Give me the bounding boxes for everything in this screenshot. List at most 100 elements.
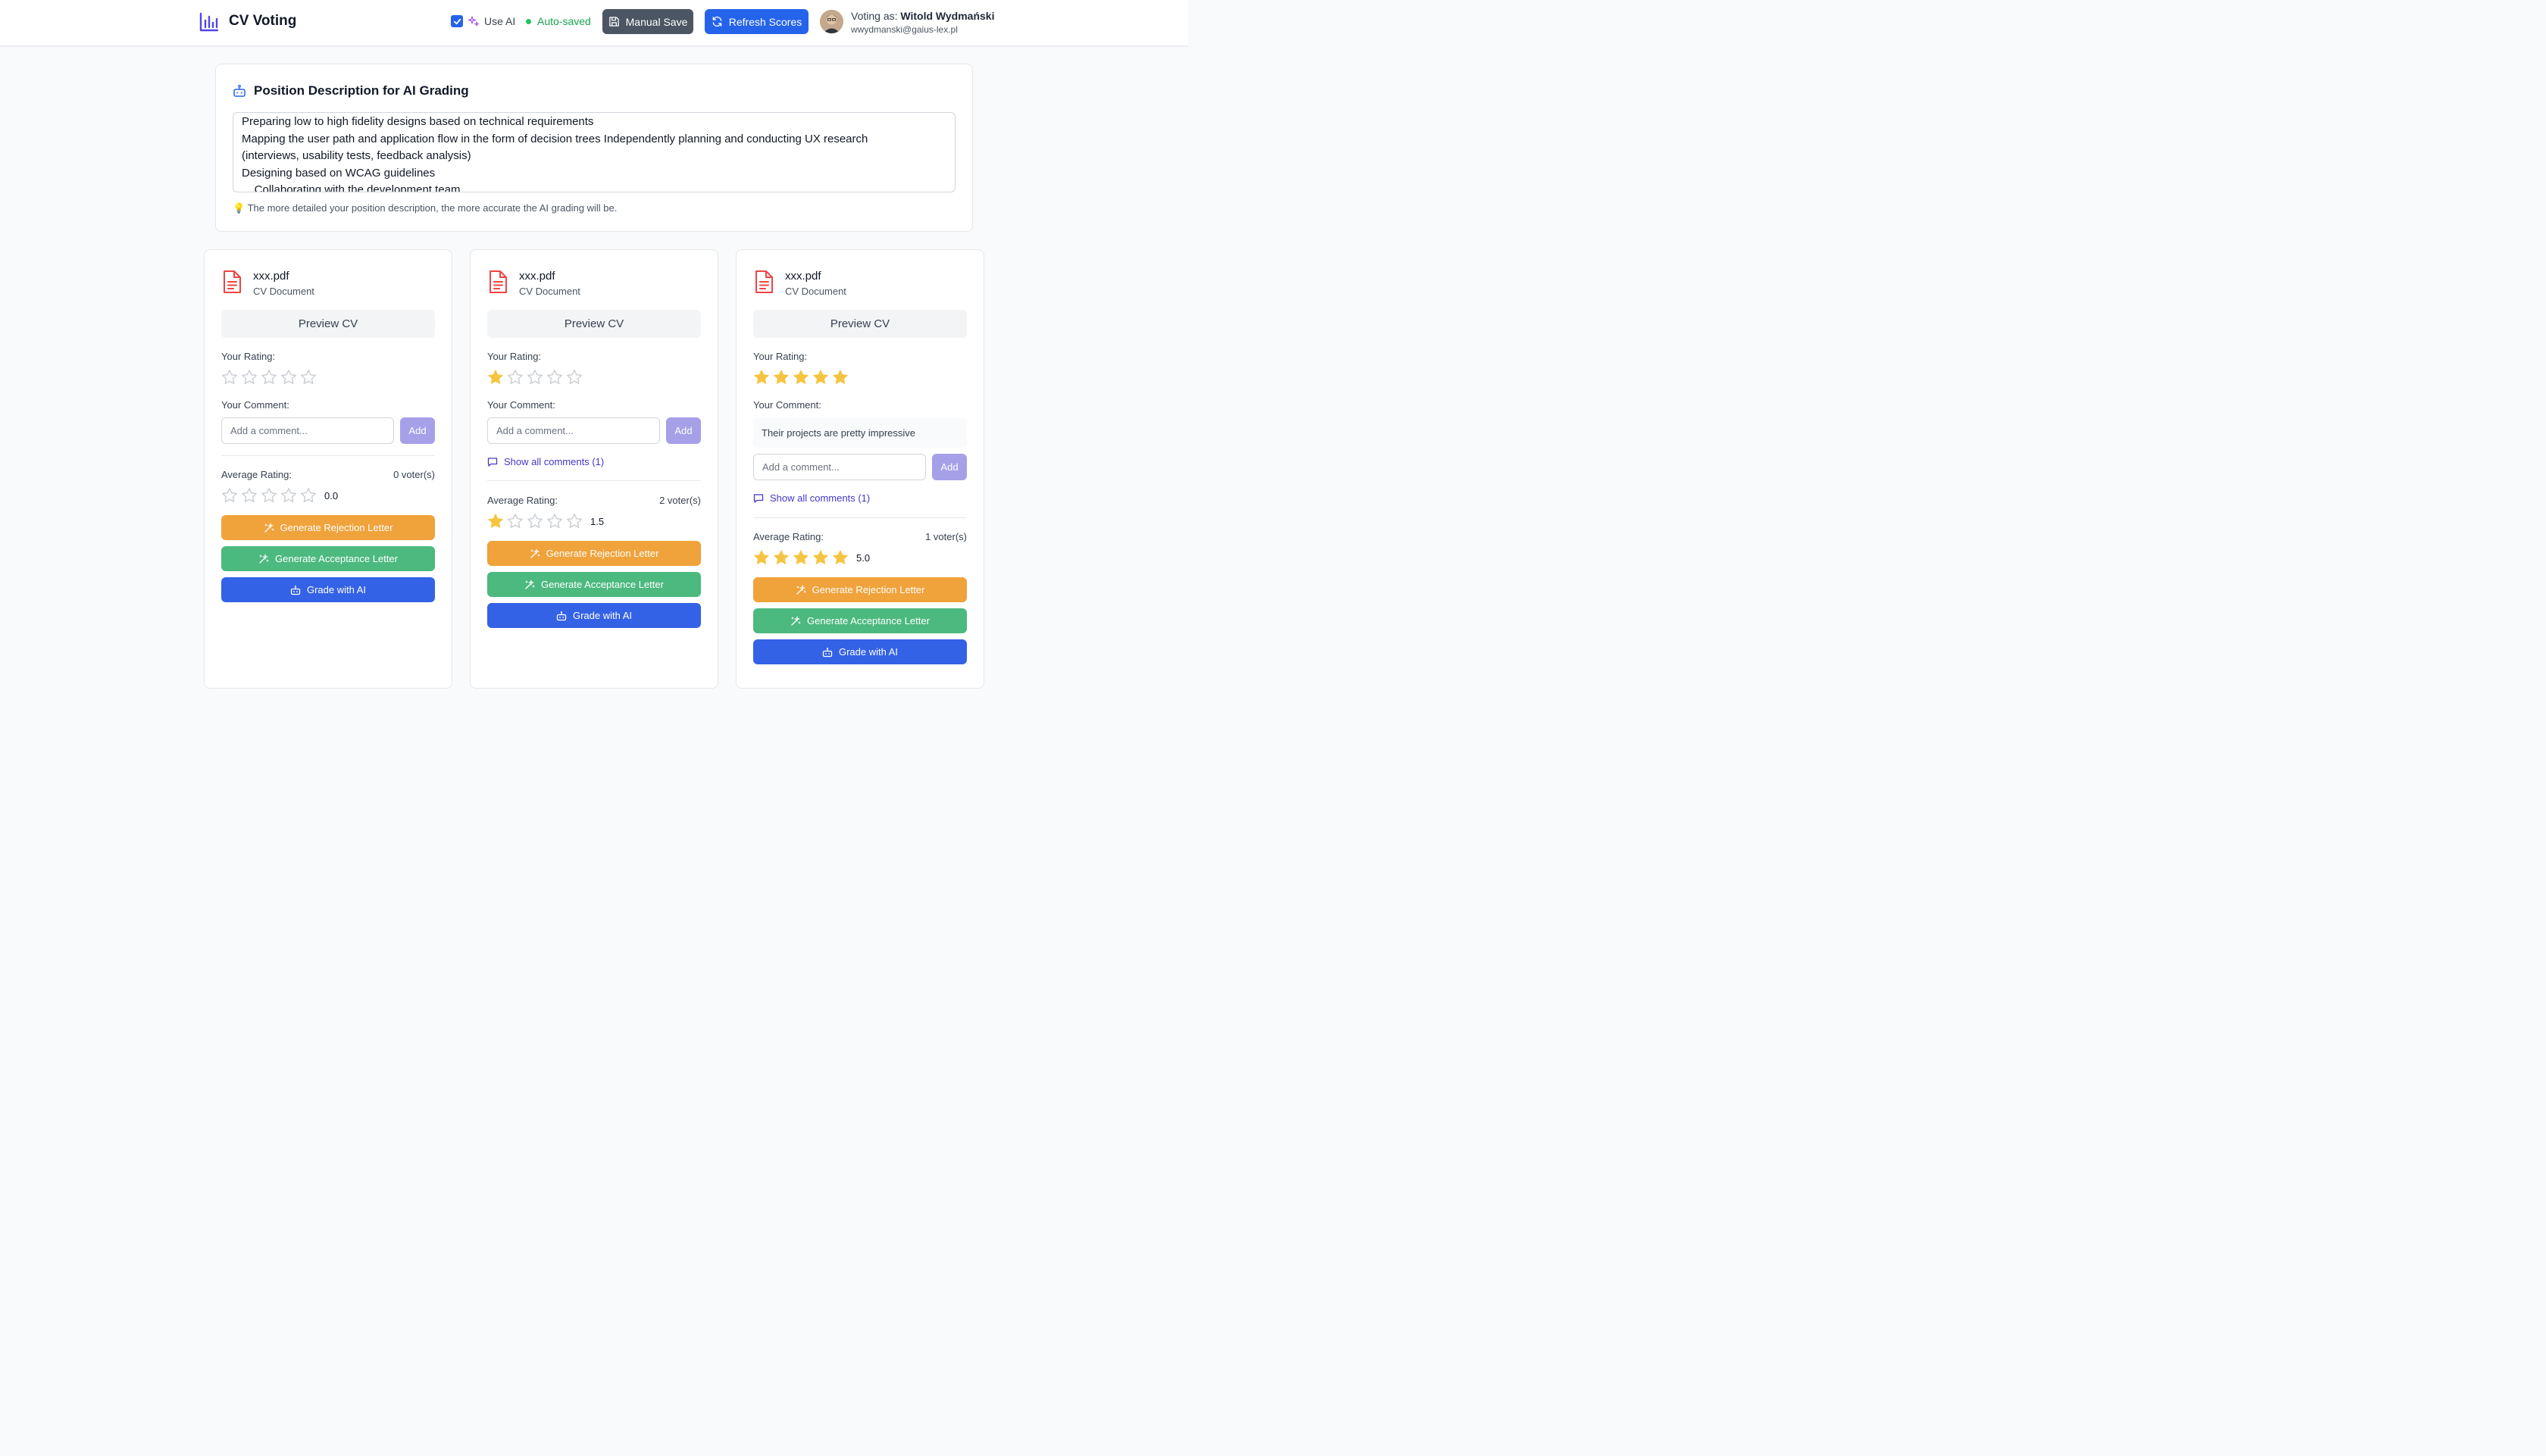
show-comments-label: Show all comments (1)	[504, 456, 605, 467]
average-rating-value: 5.0	[856, 551, 871, 564]
your-rating-label: Your Rating:	[753, 351, 808, 362]
add-comment-button[interactable]: Add	[932, 454, 967, 480]
magic-wand-icon	[258, 553, 269, 564]
star-filled-icon	[833, 550, 848, 564]
star-filled-icon[interactable]	[753, 369, 770, 386]
average-rating-label: Average Rating:	[221, 469, 292, 480]
average-star-row	[487, 513, 583, 530]
star-empty-icon[interactable]	[261, 369, 277, 386]
top-bar: CV Voting Use AI Auto-saved Manual Save …	[0, 0, 1188, 46]
generate-rejection-letter-button[interactable]: Generate Rejection Letter	[753, 577, 967, 602]
your-rating-stars[interactable]	[221, 369, 317, 386]
cv-card: xxx.pdf CV Document Preview CV Your Rati…	[736, 249, 984, 689]
star-empty-icon[interactable]	[527, 369, 543, 386]
voter-count: 2 voter(s)	[659, 495, 701, 506]
grade-with-ai-label: Grade with AI	[572, 610, 633, 621]
your-comment-label: Your Comment:	[753, 399, 821, 411]
your-comment-label: Your Comment:	[221, 399, 289, 411]
voter-count: 0 voter(s)	[393, 469, 435, 480]
average-star-row	[753, 549, 849, 566]
preview-cv-button[interactable]: Preview CV	[487, 310, 701, 338]
comment-input[interactable]: Add a comment...	[221, 417, 394, 444]
comment-bubble-icon	[753, 493, 764, 504]
magic-wand-icon	[530, 548, 540, 559]
star-filled-icon[interactable]	[793, 369, 809, 386]
magic-wand-icon	[790, 615, 801, 626]
star-empty-icon[interactable]	[566, 369, 583, 386]
star-filled-icon	[488, 514, 503, 528]
star-empty-icon[interactable]	[546, 369, 563, 386]
acceptance-letter-label: Generate Acceptance Letter	[541, 579, 664, 590]
save-icon	[608, 17, 619, 27]
cv-subtitle: CV Document	[785, 286, 846, 297]
position-line: (interviews, usability tests, feedback a…	[242, 149, 471, 162]
your-rating-stars[interactable]	[753, 369, 849, 386]
grade-with-ai-button[interactable]: Grade with AI	[221, 577, 435, 602]
magic-wand-icon	[796, 584, 806, 595]
generate-rejection-letter-button[interactable]: Generate Rejection Letter	[487, 541, 701, 566]
star-empty-icon[interactable]	[221, 369, 238, 386]
generate-rejection-letter-button[interactable]: Generate Rejection Letter	[221, 515, 435, 540]
use-ai-label: Use AI	[484, 15, 516, 27]
generate-acceptance-letter-button[interactable]: Generate Acceptance Letter	[221, 546, 435, 571]
show-all-comments-link[interactable]: Show all comments (1)	[487, 456, 604, 467]
star-empty-icon[interactable]	[300, 369, 317, 386]
star-empty-icon[interactable]	[507, 369, 524, 386]
acceptance-letter-label: Generate Acceptance Letter	[807, 615, 930, 626]
preview-cv-button[interactable]: Preview CV	[753, 310, 967, 338]
position-description-textarea[interactable]: Preparing low to high fidelity designs b…	[233, 112, 956, 192]
user-info: Voting as: Witold Wydmański wwydmanski@g…	[851, 10, 994, 35]
comment-input[interactable]: Add a comment...	[487, 417, 660, 444]
generate-acceptance-letter-button[interactable]: Generate Acceptance Letter	[487, 572, 701, 597]
your-comment-label: Your Comment:	[487, 399, 555, 411]
show-comments-label: Show all comments (1)	[770, 492, 871, 504]
average-rating-label: Average Rating:	[753, 531, 824, 542]
use-ai-toggle[interactable]: Use AI	[451, 15, 515, 27]
your-rating-label: Your Rating:	[221, 351, 276, 362]
existing-comment: Their projects are pretty impressive	[753, 417, 967, 448]
preview-cv-button[interactable]: Preview CV	[221, 310, 435, 338]
star-filled-icon	[774, 550, 789, 564]
star-filled-icon[interactable]	[832, 369, 849, 386]
refresh-scores-button[interactable]: Refresh Scores	[705, 9, 809, 34]
star-empty-icon	[261, 488, 277, 502]
robot-icon	[822, 647, 833, 658]
magic-wand-icon	[524, 579, 535, 590]
grade-with-ai-button[interactable]: Grade with AI	[487, 603, 701, 628]
cv-file-name[interactable]: xxx.pdf	[519, 270, 580, 283]
average-rating-label: Average Rating:	[487, 495, 558, 506]
position-title-row: Position Description for AI Grading	[233, 83, 469, 98]
add-comment-button[interactable]: Add	[400, 417, 435, 444]
comment-input[interactable]: Add a comment...	[753, 454, 926, 480]
star-empty-icon	[301, 488, 316, 502]
average-rating-stars: 0.0	[221, 487, 338, 504]
show-all-comments-link[interactable]: Show all comments (1)	[753, 492, 870, 504]
average-rating-row: Average Rating: 2 voter(s)	[487, 495, 701, 506]
comment-row: Add a comment... Add	[753, 454, 967, 480]
cv-subtitle: CV Document	[519, 286, 580, 297]
star-filled-icon[interactable]	[812, 369, 829, 386]
star-filled-icon[interactable]	[773, 369, 790, 386]
robot-icon	[290, 585, 301, 595]
grade-with-ai-button[interactable]: Grade with AI	[753, 639, 967, 664]
your-rating-stars[interactable]	[487, 369, 583, 386]
add-comment-button[interactable]: Add	[666, 417, 701, 444]
star-empty-icon[interactable]	[241, 369, 258, 386]
cv-file-name[interactable]: xxx.pdf	[785, 270, 846, 283]
autosave-status: Auto-saved	[526, 15, 591, 27]
star-empty-icon	[527, 514, 543, 528]
star-filled-icon[interactable]	[487, 369, 504, 386]
manual-save-button[interactable]: Manual Save	[602, 9, 693, 34]
use-ai-checkbox[interactable]	[451, 15, 463, 27]
average-rating-row: Average Rating: 1 voter(s)	[753, 531, 967, 542]
user-avatar[interactable]	[820, 10, 843, 33]
position-line: Collaborating with the development team	[242, 183, 461, 192]
refresh-icon	[712, 16, 722, 27]
pdf-file-icon	[489, 270, 507, 293]
acceptance-letter-label: Generate Acceptance Letter	[275, 553, 398, 564]
cv-file-name[interactable]: xxx.pdf	[253, 270, 314, 283]
star-empty-icon	[281, 488, 296, 502]
cv-header: xxx.pdf CV Document	[487, 270, 580, 297]
generate-acceptance-letter-button[interactable]: Generate Acceptance Letter	[753, 608, 967, 633]
star-empty-icon[interactable]	[280, 369, 297, 386]
